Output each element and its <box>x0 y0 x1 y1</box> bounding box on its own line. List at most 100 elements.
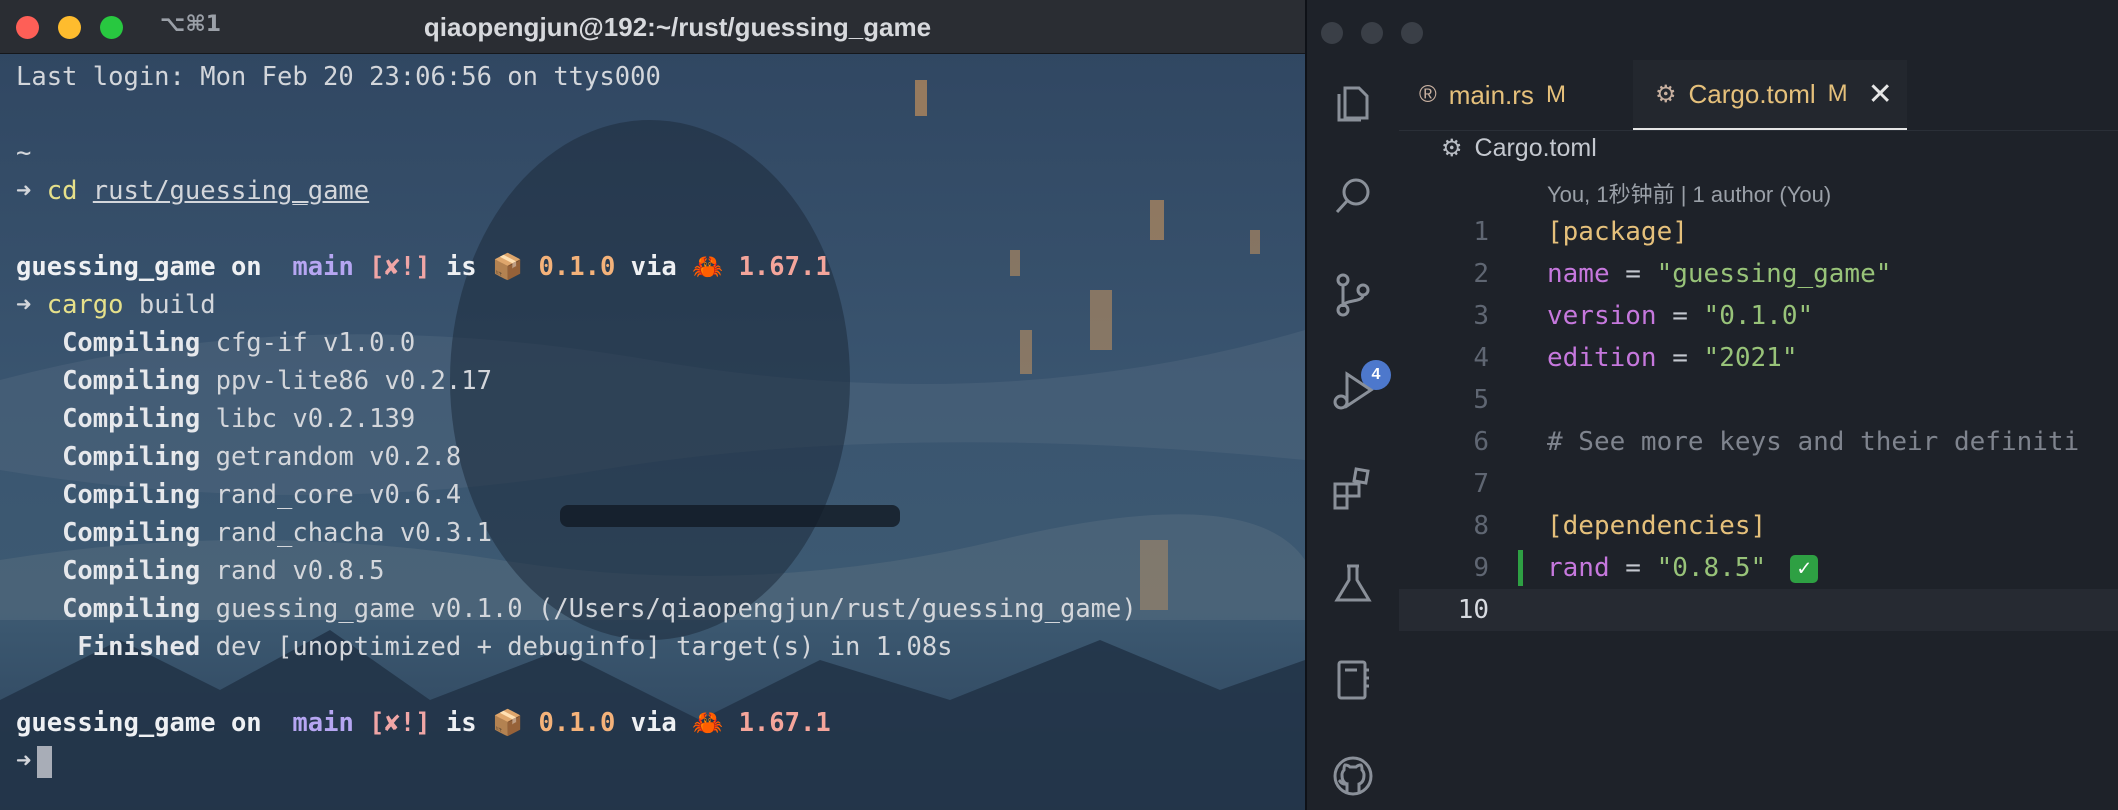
command-path: rust/guessing_game <box>92 176 370 206</box>
line-number: 4 <box>1473 343 1489 373</box>
build-command-line: ➜ cargo build <box>16 290 216 320</box>
code-line[interactable]: 10 <box>1399 589 2118 631</box>
code-token: = <box>1609 553 1657 583</box>
text-cursor <box>37 746 53 778</box>
compile-line: Compiling cfg-if v1.0.0 <box>62 328 416 358</box>
code-line[interactable]: 6 # See more keys and their definiti <box>1399 421 2118 463</box>
code-line[interactable]: 4 edition = "2021" <box>1399 337 2118 379</box>
notebook-icon[interactable] <box>1329 656 1377 704</box>
modified-indicator: M <box>1545 81 1566 108</box>
source-control-icon[interactable] <box>1329 270 1377 318</box>
line-number: 1 <box>1473 217 1489 247</box>
breadcrumb[interactable]: ⚙ Cargo.toml <box>1441 134 1597 163</box>
code-text: version = "0.1.0" <box>1547 295 1813 337</box>
code-text: # See more keys and their definiti <box>1547 421 2079 463</box>
editor-titlebar[interactable] <box>1307 0 2118 60</box>
breadcrumb-file[interactable]: Cargo.toml <box>1475 134 1597 163</box>
code-token: "guessing_game" <box>1656 259 1892 289</box>
prompt-arrow: ➜ <box>16 176 32 206</box>
extensions-icon[interactable] <box>1329 464 1377 512</box>
prompt-line: guessing_game on main [✘!] is 📦 0.1.0 vi… <box>16 252 831 282</box>
code-token: "2021" <box>1703 343 1798 373</box>
code-token: name <box>1547 259 1610 289</box>
input-prompt-line[interactable]: ➜ <box>16 742 1296 780</box>
gear-icon: ⚙ <box>1655 80 1677 108</box>
code-line[interactable]: 1 [package] <box>1399 211 2118 253</box>
compile-line: Compiling libc v0.2.139 <box>62 404 416 434</box>
code-text: edition = "2021" <box>1547 337 1797 379</box>
rust-crab-icon: 🦀 <box>692 252 724 281</box>
code-editor[interactable]: 1 [package] 2 name = "guessing_game" 3 versio… <box>1399 211 2118 631</box>
prompt-line: guessing_game on main [✘!] is 📦 0.1.0 vi… <box>16 708 831 738</box>
code-token: = <box>1656 301 1704 331</box>
code-token: version <box>1547 301 1657 331</box>
explorer-files-icon[interactable] <box>1329 78 1377 126</box>
close-tab-icon[interactable]: ✕ <box>1868 77 1893 112</box>
github-icon[interactable] <box>1329 752 1377 800</box>
package-version: 0.1.0 <box>538 252 616 282</box>
compile-line: Compiling rand v0.8.5 <box>62 556 385 586</box>
close-window-button[interactable] <box>1321 22 1343 44</box>
package-icon: 📦 <box>492 252 524 281</box>
package-icon: 📦 <box>492 708 524 737</box>
code-line[interactable]: 8 [dependencies] <box>1399 505 2118 547</box>
code-token: = <box>1609 259 1657 289</box>
code-token: # See more keys and their definiti <box>1547 427 2080 457</box>
compile-line: Compiling rand_core v0.6.4 <box>62 480 462 510</box>
line-number: 3 <box>1473 301 1489 331</box>
code-token: = <box>1656 343 1704 373</box>
git-status: [✘!] <box>369 252 431 282</box>
testing-flask-icon[interactable] <box>1329 560 1377 608</box>
modified-indicator: M <box>1827 80 1848 107</box>
terminal-title: qiaopengjun@192:~/rust/guessing_game <box>423 12 932 42</box>
code-token: edition <box>1547 343 1657 373</box>
home-dir-line: ~ <box>16 138 32 168</box>
code-line[interactable]: 9 rand = "0.8.5" ✓ <box>1399 547 2118 589</box>
compile-line: Compiling ppv-lite86 v0.2.17 <box>62 366 492 396</box>
git-blame-lens[interactable]: You, 1秒钟前 | 1 author (You) <box>1547 177 1831 209</box>
line-number: 5 <box>1473 385 1489 415</box>
code-token: [dependencies] <box>1547 511 1767 541</box>
line-number: 10 <box>1457 595 1489 625</box>
compile-line: Compiling getrandom v0.2.8 <box>62 442 462 472</box>
minimize-window-button[interactable] <box>1361 22 1383 44</box>
rust-crab-icon: 🦀 <box>692 708 724 737</box>
line-number: 6 <box>1473 427 1489 457</box>
terminal-output[interactable]: Last login: Mon Feb 20 23:06:56 on ttys0… <box>16 58 1296 780</box>
zoom-window-button[interactable] <box>1401 22 1423 44</box>
code-line[interactable]: 5 <box>1399 379 2118 421</box>
code-text: rand = "0.8.5" ✓ <box>1547 547 1819 589</box>
command-name: cd <box>46 176 78 206</box>
terminal-window[interactable]: ⌥⌘1 qiaopengjun@192:~/rust/guessing_game… <box>0 0 1307 810</box>
cd-command-line: ➜ cd rust/guessing_game <box>16 172 1296 210</box>
compile-line: Compiling rand_chacha v0.3.1 <box>62 518 492 548</box>
editor-window[interactable]: 4 ® main.rs M ⚙ Cargo.toml M ✕ ⚙ Cargo.t… <box>1307 0 2118 810</box>
code-token: "0.1.0" <box>1703 301 1814 331</box>
terminal-titlebar[interactable]: ⌥⌘1 qiaopengjun@192:~/rust/guessing_game <box>0 0 1305 54</box>
tab-label: Cargo.toml <box>1688 78 1816 109</box>
search-icon[interactable] <box>1329 172 1377 220</box>
tab-label: main.rs <box>1448 79 1534 110</box>
code-token: rand <box>1547 553 1610 583</box>
code-text: [package] <box>1547 211 1688 253</box>
code-text: name = "guessing_game" <box>1547 253 1891 295</box>
run-debug-icon[interactable] <box>1329 366 1377 414</box>
tab-cargo-toml[interactable]: ⚙ Cargo.toml M ✕ <box>1633 60 1907 130</box>
check-mark-icon: ✓ <box>1790 554 1819 583</box>
finished-line: Finished dev [unoptimized + debuginfo] t… <box>77 632 953 662</box>
editor-tab-bar: ® main.rs M ⚙ Cargo.toml M ✕ <box>1399 60 2118 131</box>
code-line[interactable]: 7 <box>1399 463 2118 505</box>
git-branch: main <box>292 252 354 282</box>
line-number: 7 <box>1473 469 1489 499</box>
code-token: [package] <box>1547 217 1688 247</box>
activity-bar: 4 <box>1307 60 1399 810</box>
code-line[interactable]: 2 name = "guessing_game" <box>1399 253 2118 295</box>
tab-main-rs[interactable]: ® main.rs M <box>1419 60 1566 130</box>
line-number: 8 <box>1473 511 1489 541</box>
last-login-line: Last login: Mon Feb 20 23:06:56 on ttys0… <box>16 62 661 92</box>
code-token: "0.8.5" <box>1656 553 1767 583</box>
git-added-gutter-marker <box>1518 550 1523 586</box>
compile-line: Compiling guessing_game v0.1.0 (/Users/q… <box>62 594 1137 624</box>
line-number: 9 <box>1473 553 1489 583</box>
code-line[interactable]: 3 version = "0.1.0" <box>1399 295 2118 337</box>
